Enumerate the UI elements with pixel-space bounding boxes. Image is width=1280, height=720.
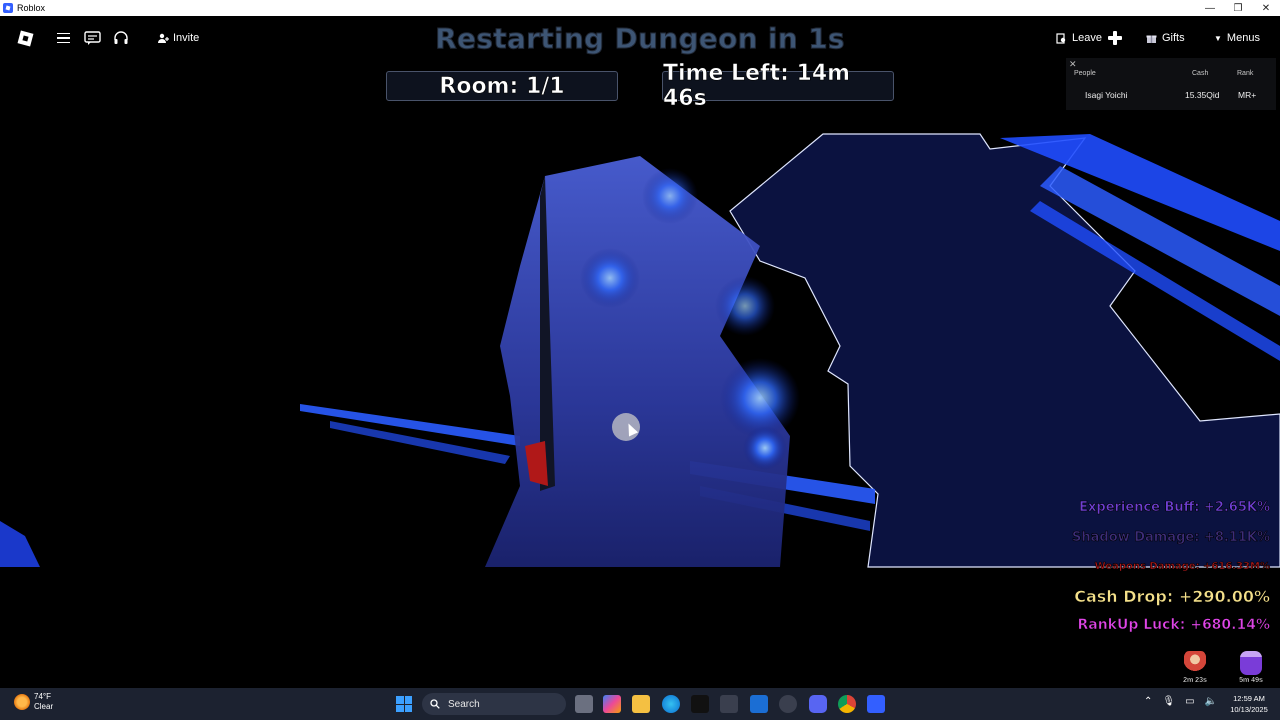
weapons-damage-text: Weapons Damage: +616.33M% [1094,561,1270,573]
roblox-logo-button[interactable] [14,26,36,50]
roblox-taskbar-icon[interactable] [867,695,885,713]
room-counter: Room: 1/1 [386,71,618,101]
restore-button[interactable]: ❐ [1224,0,1252,16]
experience-buff-text: Experience Buff: +2.65K% [1079,500,1270,516]
close-window-button[interactable]: ✕ [1252,0,1280,16]
taskbar-search[interactable]: Search [422,693,566,715]
energy-glow [715,276,775,336]
potion-timer-label: 5m 49s [1239,677,1263,684]
chat-icon [83,30,101,45]
weather-icon [14,694,30,710]
voice-button[interactable] [110,26,132,50]
leave-label: Leave [1072,32,1102,44]
network-icon[interactable]: ▭ [1185,696,1194,707]
potion-icon [1240,651,1262,675]
add-friend-icon [158,33,169,43]
volume-icon[interactable]: 🔈 [1205,696,1217,707]
weather-widget[interactable]: 74°F Clear [14,692,53,712]
start-button[interactable] [396,696,412,712]
menus-label: Menus [1226,32,1260,44]
leaderboard-close-icon[interactable]: ✕ [1069,59,1077,70]
edge-icon[interactable] [662,695,680,713]
leaderboard-header: People Cash Rank [1066,70,1276,82]
roblox-window: Roblox — ❐ ✕ Invite Leave Gifts ▼ Menus … [0,0,1280,720]
player-rank: MR+ [1238,90,1257,100]
restart-countdown-text: Restarting Dungeon in 1s [435,22,845,56]
player-name: Isagi Yoichi [1085,90,1128,100]
invite-label: Invite [173,32,200,44]
chat-button[interactable] [81,26,103,50]
weather-desc: Clear [34,702,54,711]
roblox-app-icon [3,3,13,13]
potion-timer[interactable]: 5m 49s [1233,651,1269,687]
boost-timer-label: 2m 23s [1183,677,1207,684]
energy-glow [580,248,640,308]
player-cash: 15.35Qid [1185,90,1220,100]
window-titlebar: Roblox — ❐ ✕ [0,0,1280,16]
plus-button[interactable] [1106,26,1124,50]
windows-taskbar: 74°F Clear Search ⌃ 🎙 ▭ 🔈 12:59 AM 10/13… [0,688,1280,720]
invite-button[interactable]: Invite [154,26,203,50]
leave-icon [1056,32,1066,44]
tiktok-icon[interactable] [691,695,709,713]
energy-glow [743,426,787,470]
people-column-header: People [1074,70,1096,77]
minimize-button[interactable]: — [1196,0,1224,16]
player-leaderboard: ✕ People Cash Rank Isagi Yoichi 15.35Qid… [1066,58,1276,110]
rank-column-header: Rank [1237,70,1254,77]
file-explorer-icon[interactable] [632,695,650,713]
mouse-cursor [612,413,640,441]
leave-button[interactable]: Leave [1056,26,1102,50]
window-controls: — ❐ ✕ [1196,0,1280,16]
search-placeholder: Search [448,698,480,710]
rankup-luck-text: RankUp Luck: +680.14% [1077,617,1270,634]
boost-timer[interactable]: 2m 23s [1177,651,1213,687]
microphone-icon[interactable]: 🎙 [1162,696,1175,707]
chevron-up-icon[interactable]: ⌃ [1144,696,1152,707]
plus-icon [1108,31,1122,45]
chrome-icon[interactable] [838,695,856,713]
shadow-damage-text: Shadow Damage: +8.11K% [1072,530,1271,546]
energy-flare [0,521,40,567]
menus-button[interactable]: ▼ Menus [1214,26,1260,50]
energy-glow [642,168,698,224]
task-view-icon[interactable] [575,695,593,713]
energy-glow [720,358,800,438]
cash-column-header: Cash [1192,70,1209,77]
roblox-logo-icon [17,30,33,46]
time-left-counter: Time Left: 14m 46s [662,61,894,111]
weather-temp: 74°F [34,692,51,701]
window-title: Roblox [17,3,46,13]
gifts-button[interactable]: Gifts [1146,26,1185,50]
outlook-icon[interactable] [750,695,768,713]
headset-icon [114,31,128,44]
character-icon [1184,651,1206,675]
app-icon[interactable] [779,695,797,713]
chevron-down-icon: ▼ [1214,33,1222,43]
taskbar-clock[interactable]: 12:59 AM 10/13/2025 [1222,693,1276,715]
clock-date: 10/13/2025 [1230,705,1268,714]
copilot-icon[interactable] [603,695,621,713]
discord-icon[interactable] [809,695,827,713]
store-icon[interactable] [720,695,738,713]
system-tray[interactable]: ⌃ 🎙 ▭ 🔈 [1144,696,1217,707]
hamburger-menu-button[interactable] [52,26,74,50]
cash-drop-text: Cash Drop: +290.00% [1074,587,1270,607]
gift-icon [1146,35,1157,43]
search-icon [430,699,440,709]
gifts-label: Gifts [1162,32,1185,44]
clock-time: 12:59 AM [1233,694,1265,703]
leaderboard-row[interactable]: Isagi Yoichi 15.35Qid MR+ [1066,90,1276,104]
